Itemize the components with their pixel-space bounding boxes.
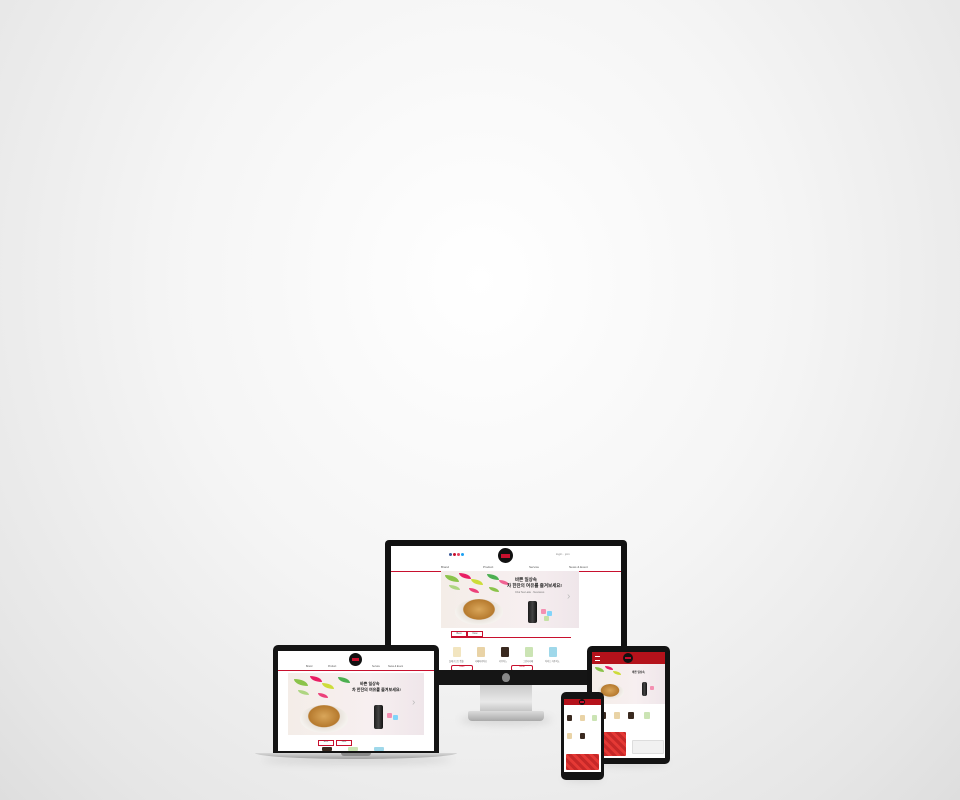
banner-subline: Chai Tea Latte · Nescasso — [515, 591, 545, 594]
phone-body — [561, 692, 604, 780]
brand-logo[interactable] — [498, 548, 513, 563]
nav-news-event[interactable]: News & Event — [388, 665, 403, 668]
product-tabs: Best New — [278, 739, 434, 747]
tab-best[interactable]: Best — [318, 740, 334, 746]
banner-headline-1: 바쁜 일상속 — [632, 671, 645, 674]
nav-brand[interactable]: Brand — [441, 565, 449, 569]
product-thumb[interactable] — [348, 747, 358, 751]
product-label: 라떼마끼아또 — [475, 661, 488, 663]
product-thumb[interactable] — [374, 747, 384, 751]
laptop-notch — [341, 753, 371, 756]
nav-service[interactable]: Service — [372, 665, 380, 668]
nav-product[interactable]: Product — [483, 565, 493, 569]
social-icons — [449, 553, 465, 557]
next-arrow-icon[interactable]: › — [567, 591, 570, 602]
product-thumb[interactable] — [614, 712, 620, 719]
product-thumb[interactable] — [322, 747, 332, 751]
smartphone — [561, 692, 604, 780]
coffee-machine-image — [528, 601, 537, 623]
product-thumb[interactable] — [580, 733, 585, 739]
brand-logo[interactable] — [579, 699, 585, 705]
menu-icon[interactable] — [595, 656, 600, 661]
nav-news-event[interactable]: News & Event — [569, 565, 588, 569]
website-mobile — [564, 699, 601, 772]
product-thumb[interactable] — [477, 647, 485, 657]
website-laptop: Brand Product Service News & Event 바쁜 일상… — [278, 651, 434, 751]
nav-service[interactable]: Service — [529, 565, 539, 569]
banner-headline-2: 차 한잔의 여유를 즐겨보세요! — [352, 687, 401, 692]
nav-brand[interactable]: Brand — [306, 665, 312, 668]
tab-underline — [451, 637, 571, 638]
product-thumb[interactable] — [501, 647, 509, 657]
hero-banner[interactable]: 바쁜 일상속 차 한잔의 여유를 즐겨보세요! Chai Tea Latte ·… — [441, 571, 579, 628]
product-thumb[interactable] — [525, 647, 533, 657]
nav-product[interactable]: Product — [328, 665, 336, 668]
product-thumb[interactable] — [549, 647, 557, 657]
product-label: 아이스 카푸치노 — [545, 661, 560, 663]
product-thumb[interactable] — [567, 733, 572, 739]
promo-box[interactable] — [632, 740, 664, 754]
apple-logo-icon — [502, 673, 510, 682]
phone-screen — [564, 699, 601, 772]
product-label: 카푸치노 — [499, 661, 508, 663]
laptop: Brand Product Service News & Event 바쁜 일상… — [255, 645, 457, 763]
product-thumb[interactable] — [592, 715, 597, 721]
product-thumb[interactable] — [644, 712, 650, 719]
main-nav: Brand Product Service News & Event — [278, 665, 434, 671]
top-links[interactable]: login · join — [556, 552, 570, 556]
banner-headline-2: 차 한잔의 여유를 즐겨보세요! — [507, 583, 562, 588]
laptop-bezel: Brand Product Service News & Event 바쁜 일상… — [273, 645, 439, 753]
laptop-screen: Brand Product Service News & Event 바쁜 일상… — [278, 651, 434, 751]
product-thumb[interactable] — [628, 712, 634, 719]
product-tabs: Best New — [391, 630, 621, 638]
coffee-machine-image — [642, 682, 647, 696]
coffee-cup-image — [300, 705, 348, 733]
promo-image[interactable] — [566, 754, 599, 770]
product-label: 그린티라떼 — [523, 661, 534, 663]
coffee-cup-image — [455, 599, 503, 625]
product-thumb[interactable] — [580, 715, 585, 721]
brand-logo[interactable] — [623, 653, 633, 663]
hero-banner[interactable]: 바쁜 일상속 차 한잔의 여유를 즐겨보세요! › — [288, 673, 424, 735]
monitor-stand-foot — [468, 711, 544, 721]
product-thumb[interactable] — [567, 715, 572, 721]
tab-new[interactable]: New — [336, 740, 352, 746]
coffee-machine-image — [374, 705, 383, 729]
monitor-stand-neck — [480, 685, 532, 713]
next-arrow-icon[interactable]: › — [412, 697, 415, 708]
